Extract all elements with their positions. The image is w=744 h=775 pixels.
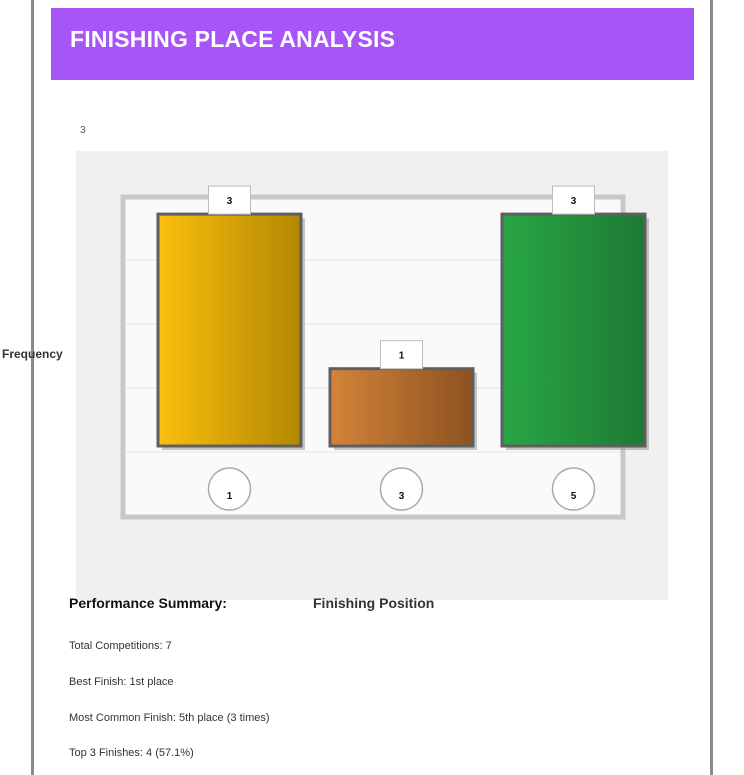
- x-axis-label: Finishing Position: [313, 595, 435, 611]
- summary-line-common: Most Common Finish: 5th place (3 times): [69, 712, 270, 724]
- bar: [328, 367, 475, 448]
- data-label: 1: [399, 351, 405, 362]
- summary-line-total: Total Competitions: 7: [69, 640, 172, 652]
- x-tick-label: 3: [399, 491, 405, 502]
- bar: [500, 212, 647, 448]
- x-tick-circle: [207, 467, 252, 511]
- x-tick-label: 1: [227, 491, 233, 502]
- x-tick-circle: [379, 467, 424, 511]
- data-label: 3: [227, 196, 233, 207]
- data-label: 3: [571, 196, 577, 207]
- bar-chart: 3 1 1 3 3 5: [120, 185, 649, 520]
- summary-line-best: Best Finish: 1st place: [69, 676, 174, 688]
- y-axis-label: Frequency: [2, 347, 63, 361]
- summary-title: Performance Summary:: [69, 595, 227, 611]
- x-tick-label: 5: [571, 491, 577, 502]
- x-tick-circle: [551, 467, 596, 511]
- summary-line-top3: Top 3 Finishes: 4 (57.1%): [69, 747, 194, 759]
- bar: [156, 212, 303, 448]
